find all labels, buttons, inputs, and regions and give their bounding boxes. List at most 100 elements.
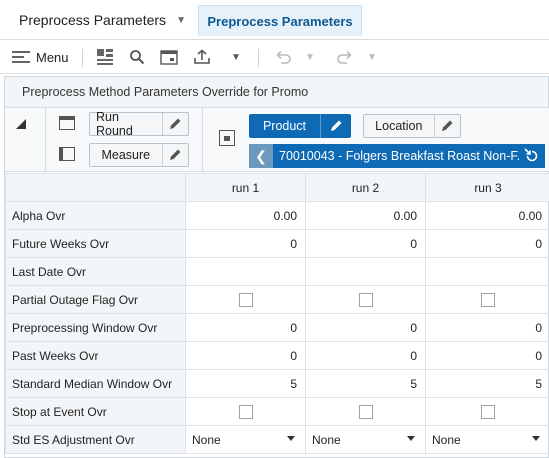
tab-preprocess-parameters-dropdown[interactable]: Preprocess Parameters ▼ — [6, 5, 192, 35]
row-header: Alpha Ovr — [5, 201, 186, 230]
dimension-label: Measure — [90, 144, 163, 166]
edit-pencil-icon[interactable] — [321, 119, 351, 133]
dimension-label: Location — [364, 115, 435, 137]
value-cell[interactable]: 0.00 — [425, 201, 549, 230]
chevron-down-icon[interactable]: ▼ — [302, 46, 318, 68]
value-cell[interactable]: 0 — [305, 313, 426, 342]
tab-label: Preprocess Parameters — [207, 13, 353, 29]
toolbar: Menu ▼ ▼ ▼ — [0, 41, 549, 74]
checkbox[interactable] — [358, 292, 373, 307]
value-cell[interactable]: 5 — [185, 369, 306, 398]
value-cell[interactable] — [305, 257, 426, 286]
edit-pencil-icon[interactable] — [163, 117, 188, 131]
dimension-tile-location[interactable]: Location — [363, 114, 461, 138]
chevron-down-icon[interactable] — [532, 436, 540, 441]
tab-preprocess-parameters-active[interactable]: Preprocess Parameters — [198, 5, 362, 36]
checkbox-cell — [185, 285, 306, 314]
data-grid: run 1 run 2 run 3 Alpha Ovr 0.00 0.00 0.00 F… — [5, 173, 549, 454]
dimension-tile-product[interactable]: Product — [249, 114, 351, 138]
chevron-down-icon[interactable] — [287, 436, 295, 441]
table-row: Stop at Event Ovr — [5, 397, 549, 426]
chevron-left-icon[interactable]: ❮ — [249, 144, 273, 168]
row-header: Preprocessing Window Ovr — [5, 313, 186, 342]
value-cell[interactable] — [185, 257, 306, 286]
dimension-label: Run Round — [90, 110, 163, 138]
calendar-icon[interactable] — [158, 46, 180, 68]
menu-label: Menu — [36, 49, 69, 65]
table-row: Past Weeks Ovr 0 0 0 — [5, 341, 549, 370]
layout-icon[interactable] — [94, 46, 116, 68]
redo-icon[interactable] — [334, 46, 356, 68]
checkbox[interactable] — [481, 404, 495, 419]
value-cell[interactable]: 0 — [185, 313, 306, 342]
panel-title: Preprocess Method Parameters Override fo… — [5, 77, 548, 108]
search-icon[interactable] — [126, 46, 148, 68]
tab-label: Preprocess Parameters — [19, 12, 167, 28]
table-row: Alpha Ovr 0.00 0.00 0.00 — [5, 201, 549, 230]
dropdown-value: None — [192, 432, 221, 447]
dimension-label: Product — [249, 114, 321, 138]
checkbox-cell — [425, 285, 549, 314]
table-row: Preprocessing Window Ovr 0 0 0 — [5, 313, 549, 342]
edit-pencil-icon[interactable] — [163, 148, 188, 162]
value-cell[interactable]: 5 — [425, 369, 549, 398]
dropdown-cell[interactable]: None — [305, 425, 426, 454]
dimension-tile-run-round[interactable]: Run Round — [89, 110, 189, 138]
export-icon[interactable] — [190, 46, 214, 68]
chevron-down-icon[interactable]: ▼ — [226, 46, 246, 68]
value-cell[interactable]: 0 — [425, 313, 549, 342]
table-row: Standard Median Window Ovr 5 5 5 — [5, 369, 549, 398]
tab-bar: Preprocess Parameters ▼ Preprocess Param… — [0, 0, 549, 40]
table-row: Std ES Adjustment Ovr None None None — [5, 425, 549, 454]
checkbox[interactable] — [358, 404, 373, 419]
value-cell[interactable]: 0 — [305, 229, 426, 258]
value-cell[interactable]: 5 — [305, 369, 426, 398]
undo-icon[interactable] — [272, 46, 294, 68]
row-header: Future Weeks Ovr — [5, 229, 186, 258]
reset-navigation-icon[interactable] — [519, 144, 545, 168]
column-header[interactable]: run 1 — [185, 173, 306, 202]
dimension-tile-measure[interactable]: Measure — [89, 143, 189, 167]
product-page-navigator: ❮ 70010043 - Folgers Breakfast Roast Non… — [249, 144, 545, 168]
checkbox-cell — [425, 397, 549, 426]
layout-corner — [5, 108, 46, 172]
chevron-down-icon[interactable]: ▼ — [364, 46, 380, 68]
row-dimensions: Run Round Measure — [46, 108, 203, 172]
dropdown-value: None — [432, 432, 461, 447]
checkbox-cell — [305, 397, 426, 426]
table-row: Future Weeks Ovr 0 0 0 — [5, 229, 549, 258]
row-header: Past Weeks Ovr — [5, 341, 186, 370]
column-header[interactable]: run 2 — [305, 173, 426, 202]
checkbox[interactable] — [238, 292, 253, 307]
current-product-label[interactable]: 70010043 - Folgers Breakfast Roast Non-F… — [273, 149, 519, 163]
value-cell[interactable]: 0 — [425, 229, 549, 258]
value-cell[interactable]: 0 — [185, 341, 306, 370]
collapse-triangle-icon[interactable] — [16, 119, 26, 129]
edit-pencil-icon[interactable] — [435, 119, 460, 133]
page-tile-icon-inner — [224, 136, 230, 141]
view-panel: Preprocess Method Parameters Override fo… — [4, 76, 549, 458]
checkbox-cell — [185, 397, 306, 426]
value-cell[interactable]: 0.00 — [185, 201, 306, 230]
column-tile-icon — [59, 147, 75, 161]
value-cell[interactable]: 0 — [305, 341, 426, 370]
value-cell[interactable]: 0 — [185, 229, 306, 258]
dropdown-cell[interactable]: None — [425, 425, 549, 454]
row-header: Partial Outage Flag Ovr — [5, 285, 186, 314]
chevron-down-icon[interactable] — [407, 436, 415, 441]
toolbar-divider — [82, 49, 83, 67]
row-header: Stop at Event Ovr — [5, 397, 186, 426]
value-cell[interactable]: 0 — [425, 341, 549, 370]
checkbox[interactable] — [481, 292, 495, 307]
chevron-down-icon[interactable]: ▼ — [176, 15, 186, 26]
dropdown-cell[interactable]: None — [185, 425, 306, 454]
value-cell[interactable]: 0.00 — [305, 201, 426, 230]
value-cell[interactable] — [425, 257, 549, 286]
menu-button[interactable]: Menu — [12, 46, 72, 68]
row-header: Last Date Ovr — [5, 257, 186, 286]
checkbox[interactable] — [238, 404, 253, 419]
pivot-layout-area: Run Round Measure Product Location ❮ 700… — [5, 108, 549, 172]
table-row: Last Date Ovr — [5, 257, 549, 286]
column-dimensions: Product Location ❮ 70010043 - Folgers Br… — [204, 108, 549, 172]
column-header[interactable]: run 3 — [425, 173, 549, 202]
